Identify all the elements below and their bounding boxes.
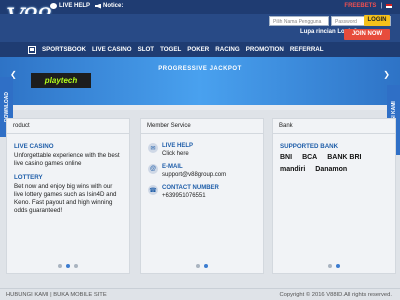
main-nav: SPORTSBOOK LIVE CASINO SLOT TOGEL POKER … — [0, 42, 400, 57]
carousel-dot-active[interactable] — [204, 264, 208, 268]
top-right-links: FREEBETS | — [344, 3, 392, 9]
contact-row: ☎ CONTACT NUMBER +639951076551 — [148, 185, 256, 199]
chat-icon: ✉ — [148, 143, 158, 153]
email-title: E-MAIL — [162, 164, 183, 170]
carousel-dot-active[interactable] — [66, 264, 70, 268]
carousel-dots — [273, 264, 395, 268]
divider — [273, 133, 395, 134]
carousel-dot-active[interactable] — [336, 264, 340, 268]
product-content: LIVE CASINO Unforgettable experience wit… — [14, 143, 122, 221]
live-help-link[interactable]: LIVE HELP — [50, 3, 90, 9]
divider — [141, 133, 263, 134]
nav-live-casino[interactable]: LIVE CASINO — [92, 46, 132, 53]
supported-bank-title: SUPPORTED BANK — [280, 143, 339, 150]
nav-referral[interactable]: REFERRAL — [290, 46, 324, 53]
divider — [7, 133, 129, 134]
login-area: Pilih Nama Pengguna Password LOGIN Lupa … — [0, 14, 400, 42]
lottery-text: Bet now and enjoy big wins with our live… — [14, 183, 117, 214]
login-button[interactable]: LOGIN — [364, 15, 390, 26]
carousel-dot[interactable] — [328, 264, 332, 268]
nav-racing[interactable]: RACING — [215, 46, 239, 53]
banner-headline: PROGRESSIVE JACKPOT — [158, 66, 242, 72]
product-panel: roduct LIVE CASINO Unforgettable experie… — [6, 118, 130, 274]
copyright: Copyright © 2016 V88ID.All rights reserv… — [279, 292, 392, 298]
username-input[interactable]: Pilih Nama Pengguna — [269, 16, 329, 26]
carousel-dot[interactable] — [196, 264, 200, 268]
live-help-label: LIVE HELP — [59, 3, 91, 9]
phone-icon: ☎ — [148, 185, 158, 195]
menu-icon[interactable] — [28, 45, 36, 54]
nav-slot[interactable]: SLOT — [138, 46, 155, 53]
join-now-button[interactable]: JOIN NOW — [344, 29, 390, 40]
contact-number-title: CONTACT NUMBER — [162, 185, 219, 191]
playtech-logo: playtech — [31, 73, 91, 88]
member-service-title: Member Service — [147, 123, 191, 129]
banner-right-arrow-icon[interactable]: ❯ — [383, 70, 390, 79]
live-help-value[interactable]: Click here — [162, 151, 193, 157]
contact-number-value[interactable]: +639951076551 — [162, 193, 219, 199]
contact-row: ✉ LIVE HELP Click here — [148, 143, 256, 157]
bank-logos: BNI BCA BANK BRI mandiri Danamon — [280, 154, 388, 173]
freebets-link[interactable]: FREEBETS — [344, 3, 376, 9]
nav-togel[interactable]: TOGEL — [160, 46, 181, 53]
carousel-dot[interactable] — [58, 264, 62, 268]
member-service-content: ✉ LIVE HELP Click here @ E-MAIL support@… — [148, 143, 256, 206]
bri-logo: BANK BRI — [327, 154, 362, 161]
email-icon: @ — [148, 164, 158, 174]
live-casino-title[interactable]: LIVE CASINO — [14, 143, 122, 150]
bank-content: SUPPORTED BANK BNI BCA BANK BRI mandiri … — [280, 143, 388, 173]
notice-label: Notice: — [103, 3, 124, 9]
nav-poker[interactable]: POKER — [187, 46, 209, 53]
contact-row: @ E-MAIL support@v88group.com — [148, 164, 256, 178]
speaker-icon — [95, 3, 101, 9]
footer-links[interactable]: HUBUNGI KAMI | BUKA MOBILE SITE — [6, 292, 107, 298]
bank-panel-title: Bank — [279, 123, 293, 129]
mandiri-logo: mandiri — [280, 166, 306, 173]
bank-panel: Bank SUPPORTED BANK BNI BCA BANK BRI man… — [272, 118, 396, 274]
email-value[interactable]: support@v88group.com — [162, 172, 226, 178]
danamon-logo: Danamon — [315, 166, 348, 173]
carousel-dots — [141, 264, 263, 268]
live-casino-text: Unforgettable experience with the best l… — [14, 152, 120, 167]
nav-sportsbook[interactable]: SPORTSBOOK — [42, 46, 86, 53]
live-help-title: LIVE HELP — [162, 143, 194, 149]
separator: | — [380, 3, 382, 9]
indonesia-flag-icon[interactable] — [386, 4, 392, 8]
member-service-panel: Member Service ✉ LIVE HELP Click here @ … — [140, 118, 264, 274]
promo-banner: PROGRESSIVE JACKPOT playtech ❮ ❯ — [0, 57, 400, 110]
bni-logo: BNI — [280, 154, 293, 161]
footer: HUBUNGI KAMI | BUKA MOBILE SITE Copyrigh… — [0, 288, 400, 300]
carousel-dot[interactable] — [74, 264, 78, 268]
notice: Notice: — [95, 3, 123, 9]
carousel-dots — [7, 264, 129, 268]
bca-logo: BCA — [302, 154, 318, 161]
product-panel-title: roduct — [13, 123, 30, 129]
lottery-title[interactable]: LOTTERY — [14, 174, 122, 181]
nav-promotion[interactable]: PROMOTION — [246, 46, 284, 53]
top-bar: V88 LIVE HELP Notice: FREEBETS | — [0, 0, 400, 32]
banner-bottom-strip — [0, 105, 400, 110]
chat-icon — [50, 3, 57, 9]
